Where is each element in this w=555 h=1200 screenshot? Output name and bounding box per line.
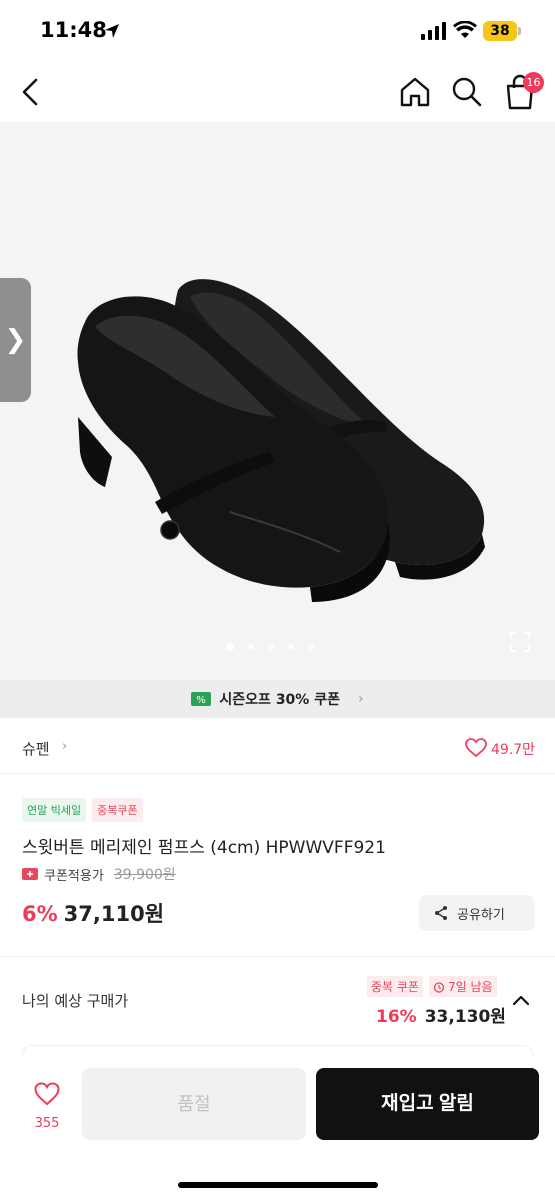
battery-indicator: 38 [483,21,517,41]
original-price: 39,900원 [113,867,176,883]
sale-price: 37,110원 [63,902,165,926]
promo-tag: 연말 빅세일 [22,798,87,822]
expected-discount-rate: 16% [376,1007,417,1027]
timer-text: 7일 남음 [447,980,493,994]
cart-count-badge: 16 [523,72,544,93]
share-icon [435,906,447,920]
price-row: 6% 37,110원 [22,898,164,928]
expected-price-row: 16% 33,130원 [376,1002,506,1027]
heart-icon[interactable] [465,738,487,758]
image-pagination-dots [226,643,314,652]
cellular-signal-icon [421,22,446,40]
search-icon[interactable] [448,74,486,110]
location-arrow-icon [105,24,119,38]
discount-rate: 6% [22,902,58,926]
brand-like-count: 49.7만 [491,742,536,758]
expected-price-label: 나의 예상 구매가 [22,992,129,1010]
heart-icon [34,1082,60,1106]
brand-row[interactable]: 슈펜 › 49.7만 [0,724,555,774]
wishlist-count: 355 [34,1116,60,1131]
back-arrow-icon[interactable] [14,72,50,112]
coupon-applied-label: 쿠폰적용가 [44,868,104,884]
product-image[interactable] [0,122,555,680]
promo-tag: 중복쿠폰 [92,798,143,822]
restock-alert-button[interactable]: 재입고 알림 [316,1068,539,1140]
chevron-right-icon: › [357,691,364,707]
status-time: 11:48 [40,18,107,42]
wishlist-button[interactable]: 355 [22,1076,72,1136]
share-button[interactable]: 공유하기 [419,895,535,931]
coupon-banner-text: 시즌오프 30% 쿠폰 [219,692,340,708]
share-label: 공유하기 [457,907,505,923]
timer-tag: 7일 남음 [428,976,497,997]
section-divider [0,956,555,957]
pagination-dot[interactable] [248,644,254,650]
coupon-price-row: 쿠폰적용가 39,900원 [22,864,176,884]
promo-tags: 연말 빅세일 중복쿠폰 [22,798,143,822]
duplicate-coupon-tag: 중복 쿠폰 [367,976,423,997]
sold-out-button[interactable]: 품절 [82,1068,306,1140]
product-title: 스윗버튼 메리제인 펌프스 (4cm) HPWWVFF921 [22,838,386,858]
pagination-dot[interactable] [308,644,314,650]
home-indicator [178,1182,378,1188]
expected-price-tags: 중복 쿠폰 7일 남음 [367,976,497,997]
expand-icon[interactable] [508,630,532,654]
top-nav-bar [0,62,555,122]
status-bar: 11:48 38 [0,0,555,62]
alarm-clock-icon [433,981,445,993]
wifi-icon [453,21,477,38]
chevron-right-icon: › [62,739,68,754]
chevron-up-icon[interactable] [510,992,532,1008]
pagination-dot[interactable] [288,644,294,650]
pagination-dot[interactable] [226,643,234,651]
bottom-action-bar: 355 품절 재입고 알림 [0,1056,555,1200]
svg-text:%: % [197,695,207,706]
product-photo-shoes [77,279,485,602]
battery-tip [518,27,521,35]
coupon-ticket-icon: % [191,692,212,706]
home-icon[interactable] [396,74,434,110]
pagination-dot[interactable] [268,644,274,650]
expected-price: 33,130원 [424,1007,506,1027]
season-off-coupon-banner[interactable]: % 시즌오프 30% 쿠폰 › [0,680,555,718]
side-panel-tab[interactable]: ❯ [0,278,31,402]
brand-name[interactable]: 슈펜 [22,738,50,759]
coupon-ticket-icon [22,868,38,880]
